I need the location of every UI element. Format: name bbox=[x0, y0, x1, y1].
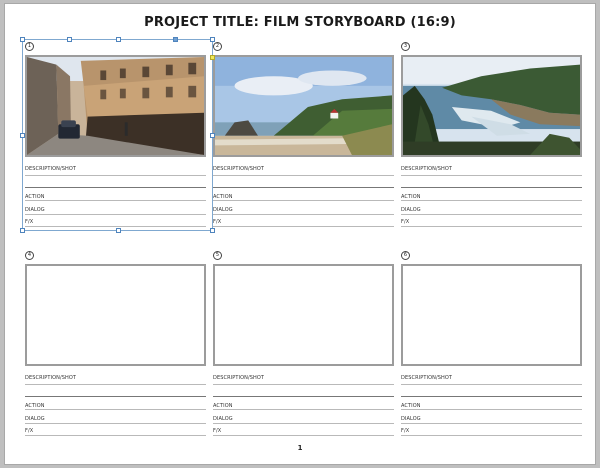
panel-6[interactable]: 6 DESCRIPTION/SHOT ACTION DIALOG F/X bbox=[401, 251, 582, 437]
panel-4[interactable]: 4 DESCRIPTION/SHOT ACTION DIALOG F/X bbox=[25, 251, 206, 437]
page-title: PROJECT TITLE: FILM STORYBOARD (16:9) bbox=[144, 15, 456, 30]
panel-number-badge: 4 bbox=[25, 251, 34, 260]
beach-lighthouse-photo bbox=[215, 57, 392, 155]
fx-label: F/X bbox=[401, 219, 410, 225]
dialog-label: DIALOG bbox=[25, 416, 45, 422]
dialog-label: DIALOG bbox=[401, 416, 421, 422]
dialog-line[interactable] bbox=[401, 423, 582, 424]
description-line[interactable] bbox=[401, 384, 582, 385]
action-line[interactable] bbox=[213, 409, 394, 410]
action-line[interactable] bbox=[401, 409, 582, 410]
panel-number-badge: 3 bbox=[401, 42, 410, 51]
panel-2[interactable]: 2 DESCRIPTION/SHOT ACTION DIALOG F/X bbox=[213, 42, 394, 228]
shot-frame-2[interactable] bbox=[213, 55, 394, 157]
description-label: DESCRIPTION/SHOT bbox=[213, 375, 265, 381]
selection-box[interactable] bbox=[20, 37, 215, 233]
panel-number-badge: 6 bbox=[401, 251, 410, 260]
description-line[interactable] bbox=[401, 175, 582, 176]
fx-label: F/X bbox=[401, 428, 410, 434]
description-line[interactable] bbox=[213, 175, 394, 176]
action-line[interactable] bbox=[401, 200, 582, 201]
fx-label: F/X bbox=[213, 219, 222, 225]
fx-label: F/X bbox=[25, 428, 34, 434]
dialog-line[interactable] bbox=[401, 214, 582, 215]
resize-handle-icon[interactable] bbox=[20, 37, 25, 42]
resize-handle-icon[interactable] bbox=[116, 228, 121, 233]
resize-handle-icon[interactable] bbox=[67, 37, 72, 42]
fx-line[interactable] bbox=[213, 435, 394, 436]
dialog-label: DIALOG bbox=[213, 416, 233, 422]
resize-handle-icon[interactable] bbox=[210, 228, 215, 233]
description-label: DESCRIPTION/SHOT bbox=[213, 166, 265, 172]
shot-frame-6[interactable] bbox=[401, 264, 582, 366]
description-label: DESCRIPTION/SHOT bbox=[401, 166, 453, 172]
description-line[interactable] bbox=[401, 187, 582, 188]
fx-line[interactable] bbox=[401, 435, 582, 436]
action-line[interactable] bbox=[25, 409, 206, 410]
resize-handle-icon[interactable] bbox=[20, 133, 25, 138]
dialog-line[interactable] bbox=[25, 423, 206, 424]
resize-handle-icon[interactable] bbox=[210, 37, 215, 42]
description-label: DESCRIPTION/SHOT bbox=[401, 375, 453, 381]
action-line[interactable] bbox=[213, 200, 394, 201]
fx-label: F/X bbox=[213, 428, 222, 434]
panel-number-badge: 2 bbox=[213, 42, 222, 51]
panel-5[interactable]: 5 DESCRIPTION/SHOT ACTION DIALOG F/X bbox=[213, 251, 394, 437]
panel-number-badge: 5 bbox=[213, 251, 222, 260]
page-number: 1 bbox=[297, 444, 303, 452]
description-line[interactable] bbox=[213, 396, 394, 397]
shot-frame-4[interactable] bbox=[25, 264, 206, 366]
dialog-line[interactable] bbox=[213, 423, 394, 424]
shot-frame-3[interactable] bbox=[401, 55, 582, 157]
dialog-label: DIALOG bbox=[213, 207, 233, 213]
fx-line[interactable] bbox=[401, 226, 582, 227]
shot-frame-5[interactable] bbox=[213, 264, 394, 366]
description-label: DESCRIPTION/SHOT bbox=[25, 375, 77, 381]
dialog-line[interactable] bbox=[213, 214, 394, 215]
description-line[interactable] bbox=[213, 187, 394, 188]
description-line[interactable] bbox=[213, 384, 394, 385]
dialog-label: DIALOG bbox=[401, 207, 421, 213]
description-line[interactable] bbox=[401, 396, 582, 397]
description-line[interactable] bbox=[25, 396, 206, 397]
storyboard-page: PROJECT TITLE: FILM STORYBOARD (16:9) 1 bbox=[4, 3, 596, 465]
description-line[interactable] bbox=[25, 384, 206, 385]
anchor-handle-icon[interactable] bbox=[210, 55, 215, 60]
rotate-handle-icon[interactable] bbox=[173, 37, 178, 42]
resize-handle-icon[interactable] bbox=[20, 228, 25, 233]
fx-line[interactable] bbox=[25, 435, 206, 436]
panel-3[interactable]: 3 DESCRIPTION/SHOT ACTION DIALOG F/X bbox=[401, 42, 582, 228]
coastline-photo bbox=[403, 57, 580, 155]
resize-handle-icon[interactable] bbox=[116, 37, 121, 42]
resize-handle-icon[interactable] bbox=[210, 133, 215, 138]
fx-line[interactable] bbox=[213, 226, 394, 227]
